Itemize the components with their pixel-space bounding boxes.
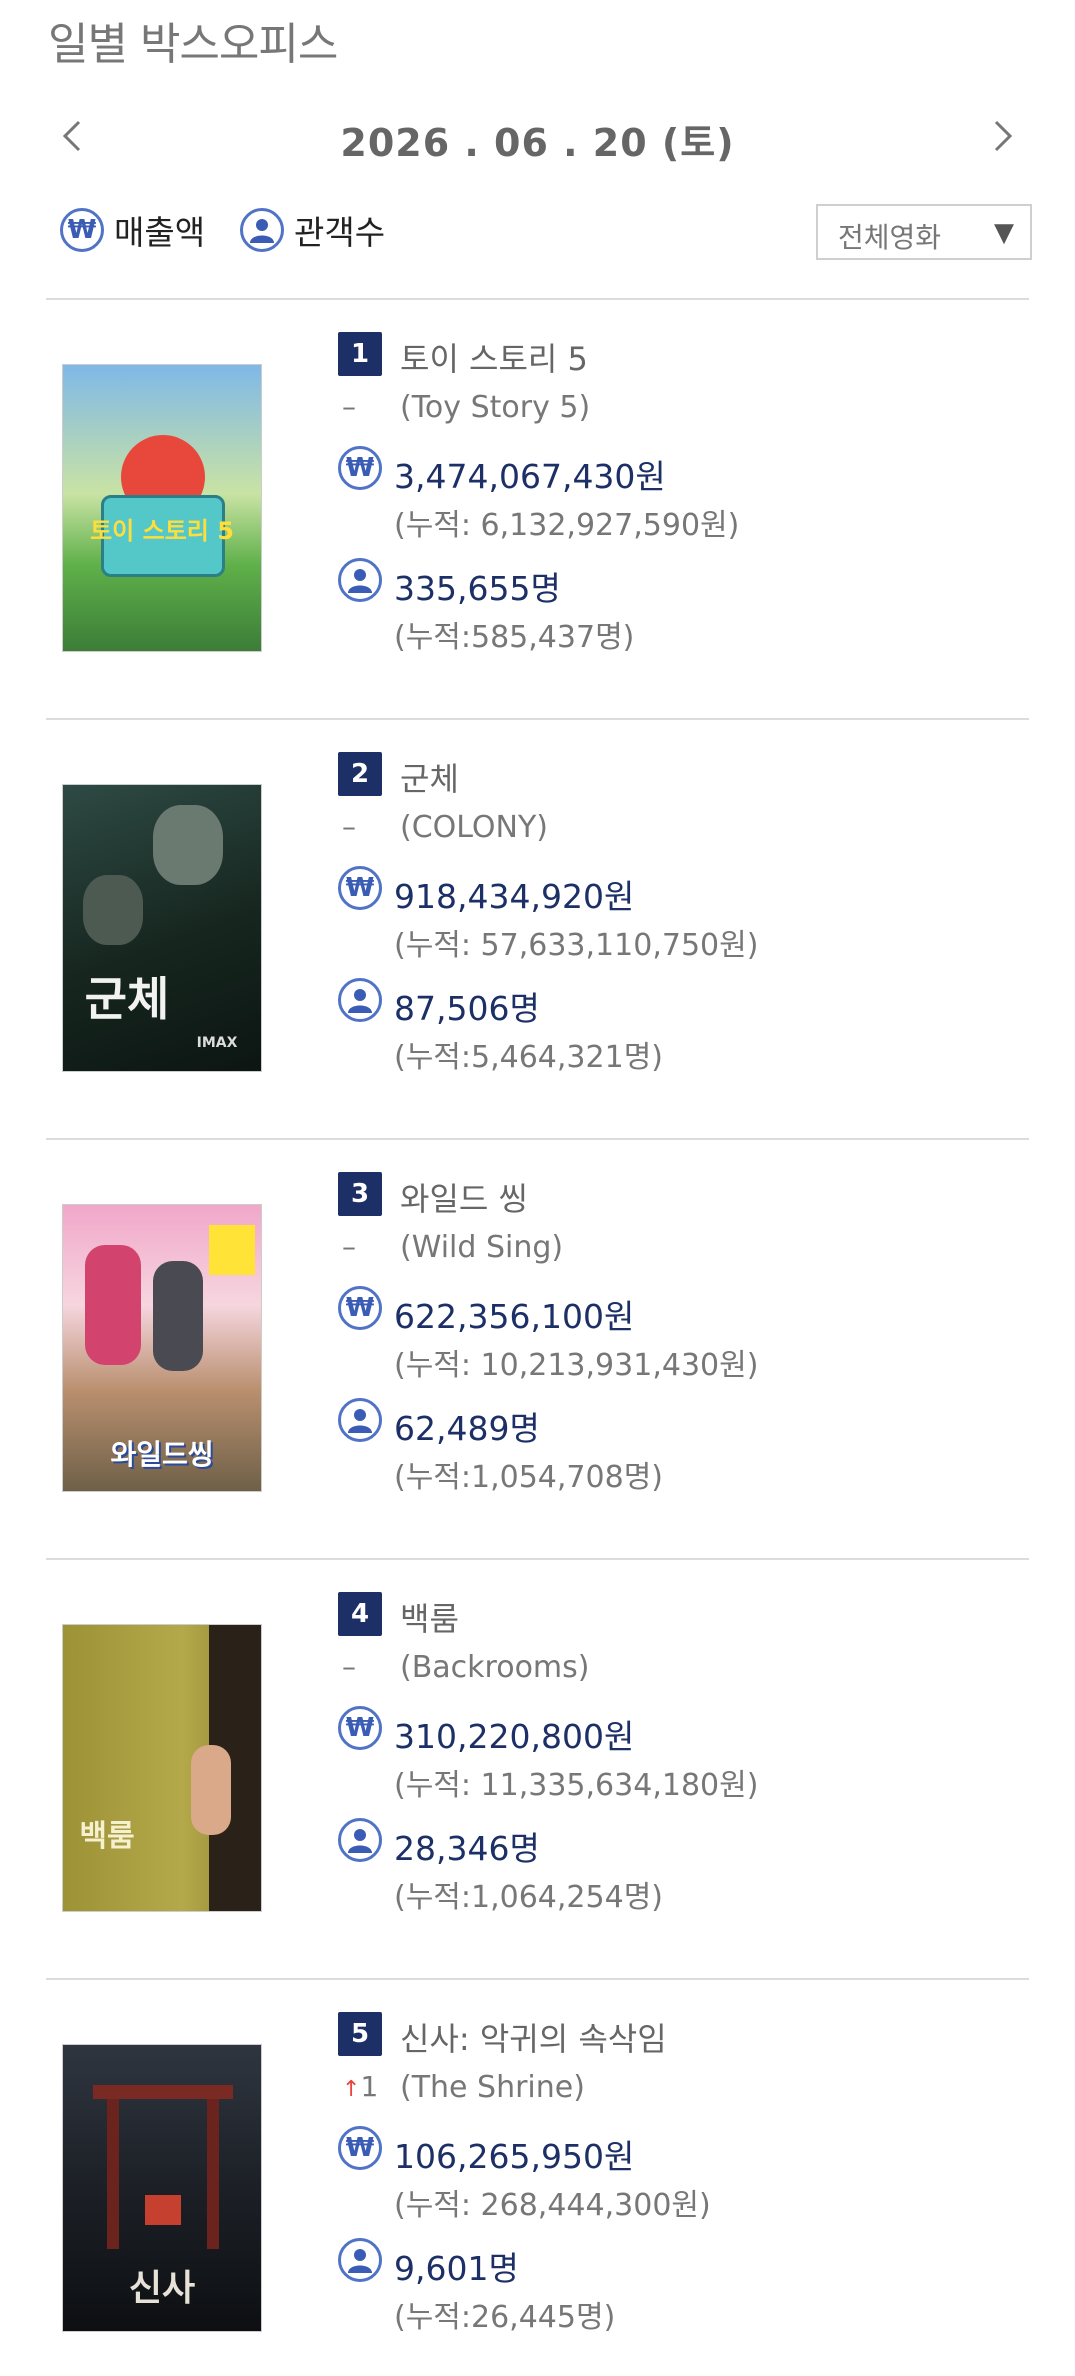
rank-badge: 4: [338, 1592, 382, 1636]
rank-change: –: [342, 390, 356, 423]
movie-title-ko[interactable]: 신사: 악귀의 속삭임: [400, 2014, 667, 2060]
daily-box-office-page: 일별 박스오피스 2026 . 06 . 20 (토) ₩ 매출액 관객수 전체…: [0, 0, 1075, 2376]
movie-poster[interactable]: 토이 스토리 5: [62, 364, 262, 652]
won-icon: ₩: [60, 208, 104, 252]
cumulative-audience: (누적:1,054,708명): [394, 1460, 663, 1495]
poster-title: 토이 스토리 5: [90, 517, 234, 545]
won-icon: ₩: [338, 1286, 382, 1330]
movie-title-ko[interactable]: 군체: [400, 754, 459, 800]
audience-toggle[interactable]: 관객수: [240, 205, 385, 255]
won-icon: ₩: [338, 2126, 382, 2170]
sales-toggle-label: 매출액: [114, 213, 206, 252]
movie-poster[interactable]: 군체 IMAX: [62, 784, 262, 1072]
caret-down-icon: ▼: [994, 218, 1014, 248]
cumulative-sales: (누적: 57,633,110,750원): [394, 928, 759, 963]
poster-figure: [83, 875, 143, 945]
poster-figure: [153, 1261, 203, 1371]
metric-toggle-row: ₩ 매출액 관객수: [60, 205, 500, 255]
daily-sales: 310,220,800원: [394, 1717, 635, 1756]
daily-audience: 28,346명: [394, 1829, 540, 1868]
poster-torii: [207, 2099, 219, 2249]
user-icon: [338, 978, 382, 1022]
cumulative-sales: (누적: 10,213,931,430원): [394, 1348, 759, 1383]
movie-filter-select[interactable]: 전체영화 ▼: [816, 204, 1032, 260]
daily-sales: 622,356,100원: [394, 1297, 635, 1336]
poster-imax-label: IMAX: [196, 1035, 238, 1051]
won-icon: ₩: [338, 866, 382, 910]
movie-title-en: (Toy Story 5): [400, 390, 591, 425]
poster-torii: [93, 2085, 233, 2099]
user-icon: [240, 208, 284, 252]
rank-badge: 5: [338, 2012, 382, 2056]
cumulative-audience: (누적:1,064,254명): [394, 1880, 663, 1915]
movie-title-en: (Wild Sing): [400, 1230, 564, 1265]
movie-title-en: (COLONY): [400, 810, 548, 845]
daily-audience: 62,489명: [394, 1409, 540, 1448]
current-date: 2026 . 06 . 20 (토): [340, 121, 735, 165]
movie-title-en: (Backrooms): [400, 1650, 590, 1685]
poster-figure: [153, 805, 223, 885]
movie-title-ko[interactable]: 백룸: [400, 1594, 459, 1640]
movie-item-1[interactable]: 토이 스토리 5 1 토이 스토리 5 – (Toy Story 5) ₩ 3,…: [46, 300, 1029, 718]
cumulative-sales: (누적: 6,132,927,590원): [394, 508, 740, 543]
daily-sales: 918,434,920원: [394, 877, 635, 916]
daily-audience: 335,655명: [394, 569, 561, 608]
cumulative-audience: (누적:26,445명): [394, 2300, 616, 2335]
poster-title: 와일드씽: [110, 1438, 214, 1471]
movie-title-en: (The Shrine): [400, 2070, 585, 2105]
cumulative-sales: (누적: 11,335,634,180원): [394, 1768, 759, 1803]
rank-up-arrow-icon: ↑: [342, 2077, 361, 2102]
movie-item-3[interactable]: 와일드씽 3 와일드 씽 – (Wild Sing) ₩ 622,356,100…: [46, 1140, 1029, 1558]
won-icon: ₩: [338, 1706, 382, 1750]
daily-sales: 3,474,067,430원: [394, 457, 666, 496]
movie-poster[interactable]: 와일드씽: [62, 1204, 262, 1492]
movie-title-ko[interactable]: 와일드 씽: [400, 1174, 528, 1220]
daily-audience: 9,601명: [394, 2249, 519, 2288]
rank-change: ↑1: [342, 2070, 390, 2103]
won-icon: ₩: [338, 446, 382, 490]
poster-figure: [85, 1245, 141, 1365]
page-title: 일별 박스오피스: [48, 19, 338, 70]
movie-item-5[interactable]: 신사 5 신사: 악귀의 속삭임 ↑1 (The Shrine) ₩ 106,2…: [46, 1980, 1029, 2376]
movie-filter-value: 전체영화: [838, 221, 942, 254]
daily-audience: 87,506명: [394, 989, 540, 1028]
cumulative-audience: (누적:585,437명): [394, 620, 635, 655]
cumulative-audience: (누적:5,464,321명): [394, 1040, 663, 1075]
rank-badge: 1: [338, 332, 382, 376]
poster-lantern: [145, 2195, 181, 2225]
next-date-button[interactable]: [983, 116, 1023, 156]
rank-change: –: [342, 810, 356, 843]
movie-title-ko[interactable]: 토이 스토리 5: [400, 334, 588, 380]
poster-title: 백룸: [79, 1819, 135, 1854]
sales-toggle[interactable]: ₩ 매출액: [60, 205, 205, 255]
movie-item-2[interactable]: 군체 IMAX 2 군체 – (COLONY) ₩ 918,434,920원 (…: [46, 720, 1029, 1138]
rank-change: –: [342, 1650, 356, 1683]
user-icon: [338, 1398, 382, 1442]
poster-torii: [107, 2099, 119, 2249]
poster-title: 신사: [128, 2267, 196, 2309]
movie-poster[interactable]: 신사: [62, 2044, 262, 2332]
date-navigator: 2026 . 06 . 20 (토): [46, 108, 1029, 165]
rank-change-value: 1: [360, 2070, 379, 2103]
user-icon: [338, 1818, 382, 1862]
rank-badge: 3: [338, 1172, 382, 1216]
user-icon: [338, 558, 382, 602]
poster-tag: [209, 1225, 255, 1275]
rank-change: –: [342, 1230, 356, 1263]
movie-item-4[interactable]: 백룸 4 백룸 – (Backrooms) ₩ 310,220,800원 (누적…: [46, 1560, 1029, 1978]
user-icon: [338, 2238, 382, 2282]
daily-sales: 106,265,950원: [394, 2137, 635, 2176]
rank-badge: 2: [338, 752, 382, 796]
chevron-right-icon: [994, 120, 1013, 152]
poster-title: 군체: [84, 972, 170, 1026]
movie-poster[interactable]: 백룸: [62, 1624, 262, 1912]
cumulative-sales: (누적: 268,444,300원): [394, 2188, 711, 2223]
audience-toggle-label: 관객수: [294, 213, 386, 252]
